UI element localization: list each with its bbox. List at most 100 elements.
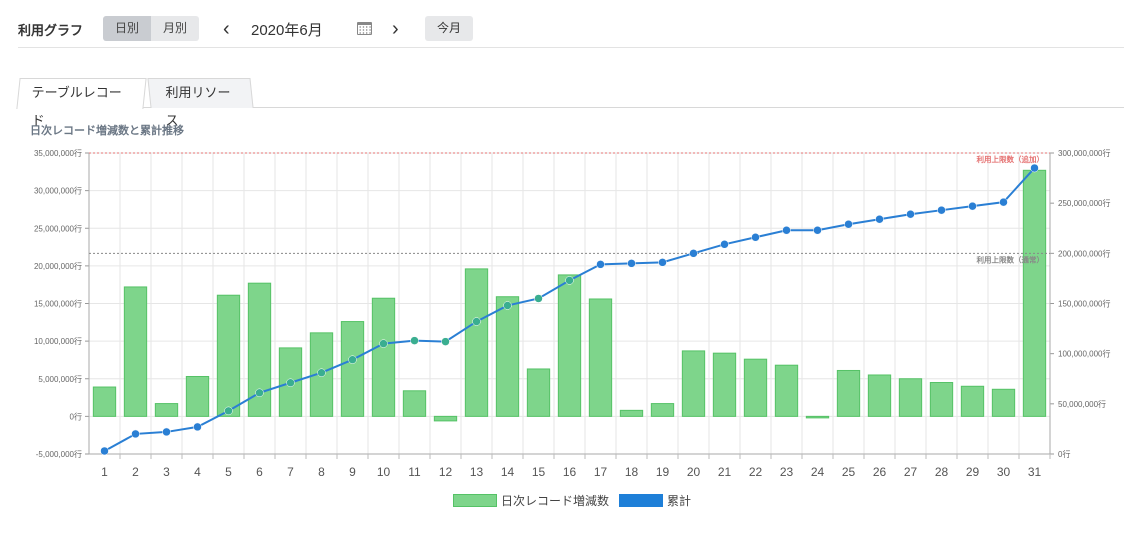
calendar-icon[interactable] (357, 22, 372, 35)
bar (836, 369, 861, 417)
bar (402, 390, 427, 417)
bar (154, 403, 179, 417)
cumulative-point (224, 406, 233, 416)
cumulative-point (751, 233, 760, 242)
cumulative-point (255, 388, 264, 398)
bar (991, 388, 1016, 417)
x-tick-label: 11 (408, 465, 421, 479)
x-tick-label: 30 (997, 465, 1011, 479)
cumulative-point (410, 336, 419, 345)
bar (867, 374, 892, 417)
x-tick-label: 5 (225, 465, 232, 479)
bar (588, 298, 613, 417)
tab-resources[interactable]: 利用リソース (147, 78, 254, 128)
daily-button[interactable]: 日別 (103, 16, 152, 41)
legend-swatch-daily (453, 494, 497, 507)
y-right-tick-label: 300,000,000行 (1058, 148, 1111, 158)
bar (681, 350, 706, 417)
x-tick-label: 8 (318, 465, 325, 479)
bar (340, 321, 365, 417)
x-tick-label: 13 (470, 465, 484, 479)
x-tick-label: 20 (687, 465, 701, 479)
x-tick-label: 22 (749, 465, 763, 479)
x-tick-label: 18 (625, 465, 639, 479)
bar (774, 364, 799, 417)
x-tick-label: 28 (935, 465, 949, 479)
cumulative-point (689, 249, 698, 258)
chart-legend: 日次レコード増減数 累計 (453, 492, 701, 509)
x-tick-label: 23 (780, 465, 794, 479)
y-right-tick-label: 250,000,000行 (1058, 198, 1111, 208)
chevron-left-icon[interactable]: ‹ (223, 17, 230, 41)
y-left-tick-label: 25,000,000行 (34, 223, 82, 233)
y-left-tick-label: 35,000,000行 (34, 148, 82, 158)
x-tick-label: 21 (718, 465, 732, 479)
y-left-tick-label: 15,000,000行 (34, 299, 82, 309)
x-tick-label: 19 (656, 465, 670, 479)
cumulative-point (813, 226, 822, 235)
this-month-button[interactable]: 今月 (425, 16, 474, 41)
x-tick-label: 27 (904, 465, 918, 479)
bar (619, 409, 644, 417)
cumulative-point (565, 276, 574, 285)
x-tick-label: 24 (811, 465, 825, 479)
x-tick-label: 3 (163, 465, 170, 479)
cumulative-point (100, 446, 109, 456)
cumulative-point (193, 422, 202, 432)
x-tick-label: 31 (1028, 465, 1042, 479)
x-tick-label: 14 (501, 465, 515, 479)
bar (464, 268, 489, 417)
cumulative-point (162, 427, 171, 437)
cumulative-point (441, 337, 450, 346)
bar (123, 286, 148, 417)
cumulative-point (503, 301, 512, 310)
bar (92, 386, 117, 417)
cumulative-point (472, 317, 481, 326)
legend-item-cumulative[interactable]: 累計 (619, 492, 691, 509)
y-left-tick-label: 5,000,000行 (38, 374, 82, 384)
y-right-tick-label: 100,000,000行 (1058, 349, 1111, 359)
bar (216, 294, 241, 417)
y-left-tick-label: -5,000,000行 (36, 449, 82, 459)
cumulative-point (317, 368, 326, 377)
bar (650, 403, 675, 417)
tab-bar: テーブルレコード 利用リソース (16, 78, 1124, 128)
header: 利用グラフ 日別 月別 ‹ 2020年6月 › 今月 (18, 14, 1124, 48)
bar (526, 368, 551, 417)
y-right-tick-label: 150,000,000行 (1058, 299, 1111, 309)
y-right-tick-label: 0行 (1058, 449, 1070, 459)
x-tick-label: 25 (842, 465, 856, 479)
cumulative-point (1030, 163, 1039, 173)
bar (712, 352, 737, 417)
x-tick-label: 7 (287, 465, 294, 479)
bar (433, 415, 458, 422)
tab-table-records[interactable]: テーブルレコード (16, 78, 147, 128)
cumulative-point (286, 378, 295, 388)
x-tick-label: 2 (132, 465, 139, 479)
bar (743, 358, 768, 417)
legend-label-cumulative: 累計 (667, 494, 692, 508)
cumulative-point (968, 201, 977, 211)
bar (805, 415, 830, 419)
x-tick-label: 16 (563, 465, 577, 479)
bar (557, 274, 582, 417)
x-tick-label: 26 (873, 465, 887, 479)
chart-title: 日次レコード増減数と累計推移 (30, 125, 184, 137)
bar (898, 378, 923, 417)
legend-item-daily[interactable]: 日次レコード増減数 (453, 492, 609, 509)
chevron-right-icon[interactable]: › (392, 17, 399, 41)
x-tick-label: 4 (194, 465, 201, 479)
period-toggle: 日別 月別 (103, 16, 200, 41)
y-left-tick-label: 20,000,000行 (34, 261, 82, 271)
cumulative-point (875, 214, 884, 224)
cumulative-point (720, 240, 729, 249)
monthly-button[interactable]: 月別 (151, 16, 200, 41)
combo-chart: 35,000,000行30,000,000行25,000,000行20,000,… (34, 148, 1111, 479)
x-tick-label: 29 (966, 465, 980, 479)
limit-label: 利用上限数（通常） (976, 254, 1045, 264)
cumulative-point (131, 429, 140, 439)
bar (1022, 169, 1047, 417)
legend-label-daily: 日次レコード増減数 (501, 494, 610, 508)
cumulative-point (534, 294, 543, 303)
cumulative-point (999, 197, 1008, 207)
